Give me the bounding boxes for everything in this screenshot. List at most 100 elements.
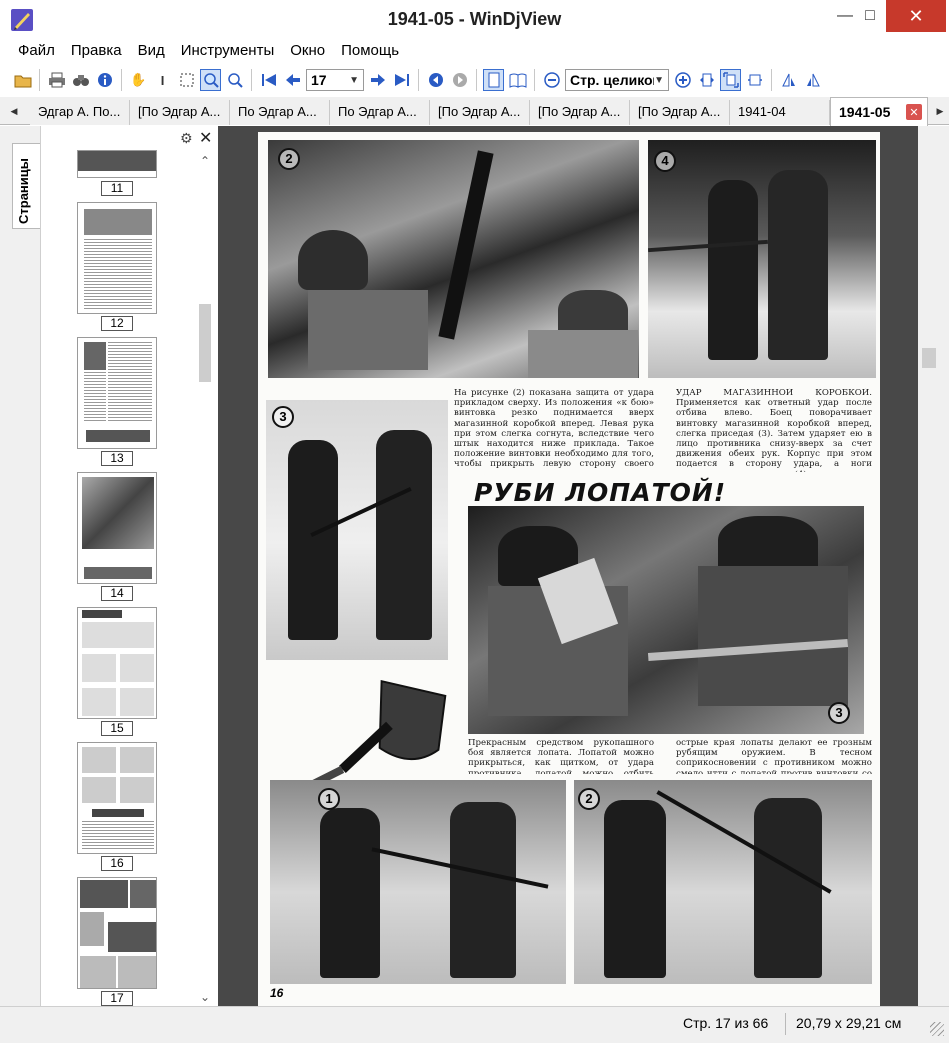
- toolbar-separator: [476, 69, 477, 91]
- photo-shovel-parry-1: 1: [270, 780, 566, 984]
- magnifier-icon[interactable]: [224, 69, 245, 91]
- zoom-in-icon[interactable]: [672, 69, 693, 91]
- two-pages-icon[interactable]: [507, 69, 528, 91]
- tab-document[interactable]: По Эдгар А...: [230, 100, 330, 125]
- thumbnails-scrollbar[interactable]: ⌃ ⌄: [196, 150, 214, 1006]
- print-icon[interactable]: [46, 69, 67, 91]
- tab-document[interactable]: По Эдгар А...: [330, 100, 430, 125]
- tabs-scroll-right-icon[interactable]: ▶: [932, 101, 948, 121]
- toolbar-separator: [771, 69, 772, 91]
- menu-window[interactable]: Окно: [282, 40, 333, 64]
- find-binoculars-icon[interactable]: [70, 69, 91, 91]
- tab-document[interactable]: [По Эдгар А...: [130, 100, 230, 125]
- zoom-mode-combo[interactable]: Стр. целиком ▼: [565, 69, 669, 91]
- fit-width-icon[interactable]: [696, 69, 717, 91]
- toolbar: ✋ I 17 ▼ Стр. целиком ▼: [0, 64, 949, 96]
- tab-document[interactable]: 1941-04: [730, 100, 830, 125]
- back-icon[interactable]: [425, 69, 446, 91]
- menu-bar: Файл Правка Вид Инструменты Окно Помощь: [0, 40, 949, 64]
- rotate-right-icon[interactable]: [802, 69, 823, 91]
- page-thumbnail[interactable]: [77, 742, 157, 854]
- document-viewer[interactable]: 2 4 На рисунке (2) показана защита от уд…: [218, 126, 918, 1006]
- last-page-icon[interactable]: [391, 69, 412, 91]
- document-tabs: ◀ Эдгар А. По... [По Эдгар А... По Эдгар…: [0, 97, 949, 126]
- menu-file[interactable]: Файл: [10, 40, 63, 64]
- page-thumbnail[interactable]: [77, 150, 157, 178]
- scroll-down-icon[interactable]: ⌄: [196, 990, 214, 1004]
- page-thumbnail[interactable]: [77, 202, 157, 314]
- thumbnail-label: 11: [101, 181, 133, 196]
- page-thumbnail[interactable]: [77, 472, 157, 584]
- first-page-icon[interactable]: [258, 69, 279, 91]
- printed-page-number: 16: [270, 986, 284, 1000]
- menu-edit[interactable]: Правка: [63, 40, 130, 64]
- tab-document[interactable]: [По Эдгар А...: [530, 100, 630, 125]
- page-number-combo[interactable]: 17 ▼: [306, 69, 364, 91]
- select-text-icon[interactable]: I: [152, 69, 173, 91]
- photo-number: 4: [654, 150, 676, 172]
- photo-number: 1: [318, 788, 340, 810]
- photo-number: 3: [272, 406, 294, 428]
- zoom-tool-icon[interactable]: [200, 69, 221, 91]
- document-scrollbar[interactable]: [918, 126, 949, 1006]
- minimize-button[interactable]: —: [832, 0, 858, 32]
- tab-pages[interactable]: Страницы: [12, 143, 40, 229]
- status-page-info: Стр. 17 из 66: [683, 1015, 769, 1031]
- page-thumbnail[interactable]: [77, 337, 157, 449]
- window-title: 1941-05 - WinDjView: [387, 9, 562, 29]
- toolbar-separator: [534, 69, 535, 91]
- close-panel-icon[interactable]: ✕: [199, 128, 212, 148]
- photo-number: 2: [278, 148, 300, 170]
- photo-deflection-left: 3: [266, 400, 448, 660]
- toolbar-separator: [251, 69, 252, 91]
- zoom-mode-value: Стр. целиком: [570, 72, 654, 88]
- zoom-out-icon[interactable]: [541, 69, 562, 91]
- actual-size-icon[interactable]: [744, 69, 765, 91]
- photo-rifle-butt-defense: 2: [268, 140, 639, 378]
- title-bar: 1941-05 - WinDjView — □ ✕: [0, 0, 949, 40]
- photo-shovel-parry-2: 2: [574, 780, 872, 984]
- tabs-scroll-left-icon[interactable]: ◀: [6, 101, 22, 121]
- thumbnail-label: 17: [101, 991, 133, 1006]
- tab-document[interactable]: Эдгар А. По...: [30, 100, 130, 125]
- resize-grip-icon[interactable]: [930, 1022, 944, 1036]
- gear-icon[interactable]: ⚙: [180, 130, 193, 147]
- scrollbar-thumb[interactable]: [199, 304, 211, 382]
- close-tab-icon[interactable]: ✕: [906, 104, 922, 120]
- hand-tool-icon[interactable]: ✋: [128, 69, 149, 91]
- close-button[interactable]: ✕: [886, 0, 946, 32]
- status-bar: Стр. 17 из 66 20,79 x 29,21 см: [0, 1006, 949, 1043]
- photo-shovel-fight: 3: [468, 506, 864, 734]
- photo-number: 3: [828, 702, 850, 724]
- single-page-icon[interactable]: [483, 69, 504, 91]
- thumbnail-label: 14: [101, 586, 133, 601]
- page-thumbnail[interactable]: [77, 877, 157, 989]
- document-page: 2 4 На рисунке (2) показана защита от уд…: [258, 132, 880, 1006]
- toolbar-separator: [39, 69, 40, 91]
- page-thumbnail[interactable]: [77, 607, 157, 719]
- select-rect-icon[interactable]: [176, 69, 197, 91]
- photo-magazine-strike: 4: [648, 140, 876, 378]
- forward-icon[interactable]: [449, 69, 470, 91]
- scrollbar-thumb[interactable]: [922, 348, 936, 368]
- page-number-value: 17: [311, 72, 327, 88]
- menu-help[interactable]: Помощь: [333, 40, 407, 64]
- maximize-button[interactable]: □: [856, 0, 884, 32]
- tab-document[interactable]: [По Эдгар А...: [630, 100, 730, 125]
- thumbnail-label: 16: [101, 856, 133, 871]
- rotate-left-icon[interactable]: [778, 69, 799, 91]
- article-text: Прекрасным средством рукопашного боя явл…: [468, 738, 654, 774]
- article-text: На рисунке (2) показана защита от удара …: [454, 388, 654, 472]
- scroll-up-icon[interactable]: ⌃: [196, 154, 214, 168]
- panel-header: ⚙ ✕: [41, 126, 217, 150]
- fit-page-icon[interactable]: [720, 69, 741, 91]
- thumbnail-label: 13: [101, 451, 133, 466]
- status-separator: [785, 1013, 786, 1035]
- menu-view[interactable]: Вид: [130, 40, 173, 64]
- next-page-icon[interactable]: [367, 69, 388, 91]
- previous-page-icon[interactable]: [282, 69, 303, 91]
- tab-document[interactable]: [По Эдгар А...: [430, 100, 530, 125]
- info-icon[interactable]: [94, 69, 115, 91]
- menu-tools[interactable]: Инструменты: [173, 40, 283, 64]
- open-folder-icon[interactable]: [12, 69, 33, 91]
